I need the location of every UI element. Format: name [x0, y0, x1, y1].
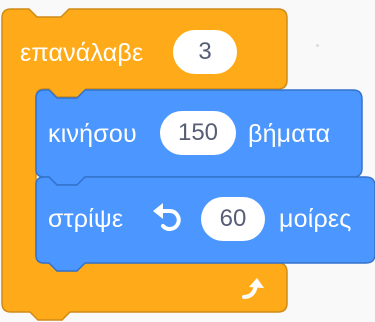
repeat-label: επανάλαβε — [20, 39, 144, 67]
rotate-left-icon — [153, 203, 181, 231]
move-steps-input[interactable]: 150 — [160, 111, 236, 155]
turn-label: στρίψε — [48, 205, 124, 233]
repeat-count-input[interactable]: 3 — [173, 30, 237, 74]
move-steps-unit: βήματα — [248, 120, 331, 148]
scratch-workspace[interactable]: επανάλαβε 3 κινήσου 150 βήματα στρίψε 60… — [0, 0, 375, 322]
move-label: κινήσου — [48, 120, 137, 148]
turn-degrees-unit: μοίρες — [279, 205, 352, 233]
loop-arrow-icon — [242, 278, 264, 299]
turn-degrees-input[interactable]: 60 — [201, 197, 265, 241]
